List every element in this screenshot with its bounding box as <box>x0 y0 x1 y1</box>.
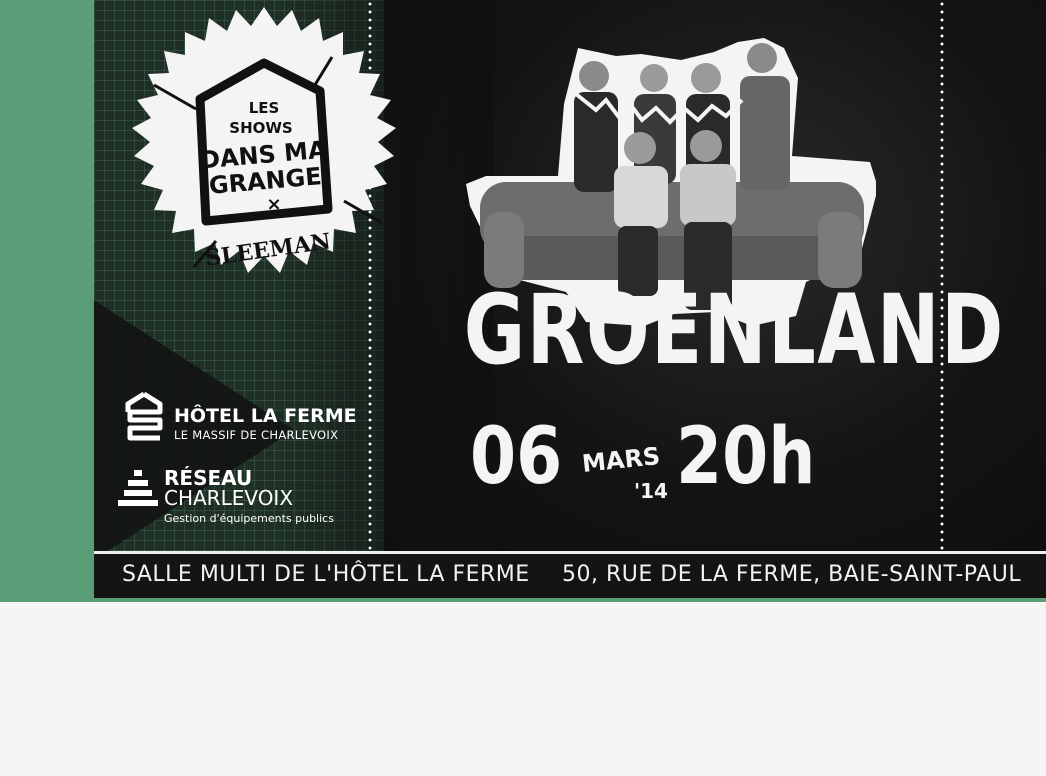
hotel-subtitle: LE MASSIF DE CHARLEVOIX <box>174 428 339 442</box>
reseau-title: RÉSEAU <box>164 466 253 490</box>
band-name: GROENLAND <box>463 274 1005 386</box>
shows-dans-ma-grange-badge: LES SHOWS DANS MA GRANGE × SLEEMAN <box>132 7 396 273</box>
reseau-charlevoix-logo-icon <box>118 470 158 506</box>
badge-text-shows: SHOWS <box>229 119 292 137</box>
reseau-title-line2: CHARLEVOIX <box>164 486 294 510</box>
footer-green-stripe <box>94 598 1046 602</box>
reseau-subtitle: Gestion d'équipements publics <box>164 512 334 525</box>
badge-text-x: × <box>266 194 281 215</box>
venue-address: 50, RUE DE LA FERME, BAIE-SAINT-PAUL <box>562 562 1022 587</box>
venue-name: SALLE MULTI DE L'HÔTEL LA FERME <box>122 562 530 587</box>
badge-text-les: LES <box>249 99 280 117</box>
event-poster: LES SHOWS DANS MA GRANGE × SLEEMAN GROEN… <box>0 0 1046 602</box>
hotel-name: HÔTEL LA FERME <box>174 405 357 427</box>
poster-main-panel: LES SHOWS DANS MA GRANGE × SLEEMAN GROEN… <box>94 0 1046 602</box>
event-day: 06 <box>470 412 563 502</box>
hotel-la-ferme-logo-icon <box>125 392 163 441</box>
event-year: '14 <box>634 479 668 503</box>
event-time: 20h <box>676 412 816 502</box>
